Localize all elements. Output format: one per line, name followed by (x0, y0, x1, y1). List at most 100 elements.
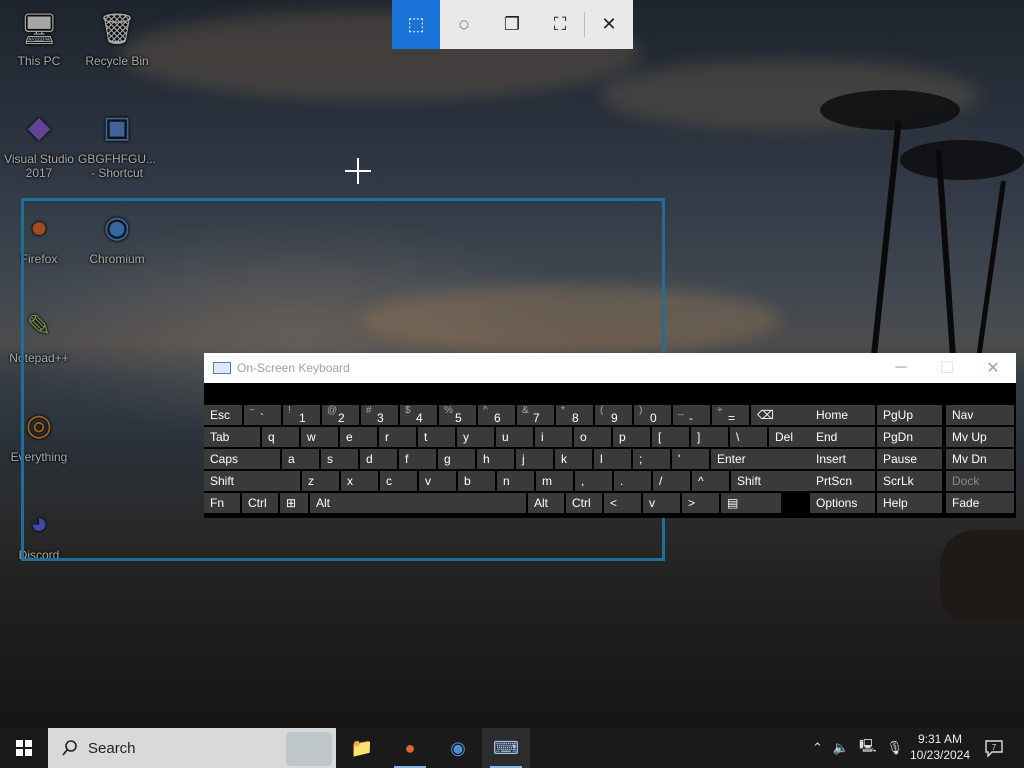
key-row2-7[interactable]: u (496, 427, 533, 447)
key-row3-3[interactable]: d (360, 449, 397, 469)
key-row3-10[interactable]: ; (633, 449, 670, 469)
key-nav-pause[interactable]: Pause (877, 449, 942, 469)
key-nav-pgup[interactable]: PgUp (877, 405, 942, 425)
key-row2-5[interactable]: t (418, 427, 455, 447)
key-row2-8[interactable]: i (535, 427, 572, 447)
key-row3-6[interactable]: h (477, 449, 514, 469)
key-nav-nav[interactable]: Nav (946, 405, 1014, 425)
key-13[interactable]: + = (712, 405, 749, 425)
key-row2-3[interactable]: e (340, 427, 377, 447)
key-row3-8[interactable]: k (555, 449, 592, 469)
key-7[interactable]: ^ 6 (478, 405, 515, 425)
taskbar-file-explorer[interactable]: 📁 (338, 728, 386, 768)
key-row2-2[interactable]: w (301, 427, 338, 447)
key-11[interactable]: ) 0 (634, 405, 671, 425)
key-row2-6[interactable]: y (457, 427, 494, 447)
key-row5-3[interactable]: Alt (310, 493, 526, 513)
key-row3-7[interactable]: j (516, 449, 553, 469)
key-row3-0[interactable]: Caps (204, 449, 280, 469)
network-icon[interactable]: 🖳 (859, 737, 876, 759)
key-row4-7[interactable]: m (536, 471, 573, 491)
taskbar-on-screen-keyboard[interactable]: ⌨ (482, 728, 530, 768)
key-nav-fade[interactable]: Fade (946, 493, 1014, 513)
key-nav-end[interactable]: End (810, 427, 875, 447)
close-snip-button[interactable]: ✕ (585, 0, 633, 49)
key-12[interactable]: _ - (673, 405, 710, 425)
minimize-button[interactable]: ─ (878, 359, 924, 377)
key-row5-5[interactable]: Ctrl (566, 493, 602, 513)
key-row2-0[interactable]: Tab (204, 427, 260, 447)
key-row2-11[interactable]: [ (652, 427, 689, 447)
key-row3-1[interactable]: a (282, 449, 319, 469)
key-nav-scrlk[interactable]: ScrLk (877, 471, 942, 491)
key-9[interactable]: * 8 (556, 405, 593, 425)
freeform-snip-button[interactable]: ◌ (440, 0, 488, 49)
key-nav-options[interactable]: Options (810, 493, 875, 513)
key-row2-10[interactable]: p (613, 427, 650, 447)
key-row4-4[interactable]: v (419, 471, 456, 491)
close-button[interactable]: ✕ (970, 358, 1016, 378)
key-row4-0[interactable]: Shift (204, 471, 300, 491)
taskbar-firefox[interactable]: ● (386, 728, 434, 768)
key-row4-11[interactable]: ^ (692, 471, 729, 491)
key-row4-2[interactable]: x (341, 471, 378, 491)
key-nav-pgdn[interactable]: PgDn (877, 427, 942, 447)
key-row4-1[interactable]: z (302, 471, 339, 491)
key-row5-2[interactable]: ⊞ (280, 493, 308, 513)
key-row5-0[interactable]: Fn (204, 493, 240, 513)
maximize-button[interactable]: ☐ (924, 358, 970, 378)
window-snip-button[interactable]: ❐ (488, 0, 536, 49)
start-button[interactable] (0, 728, 48, 768)
key-row3-9[interactable]: l (594, 449, 631, 469)
key-row4-12[interactable]: Shift (731, 471, 815, 491)
key-nav-mv-dn[interactable]: Mv Dn (946, 449, 1014, 469)
key-row5-9[interactable]: ▤ (721, 493, 781, 513)
key-row4-5[interactable]: b (458, 471, 495, 491)
key-5[interactable]: $4 (400, 405, 437, 425)
key-row4-8[interactable]: , (575, 471, 612, 491)
key-row4-9[interactable]: . (614, 471, 651, 491)
key-row5-7[interactable]: v (643, 493, 680, 513)
key-nav-home[interactable]: Home (810, 405, 875, 425)
key-2[interactable]: ! 1 (283, 405, 320, 425)
key-row5-8[interactable]: > (682, 493, 719, 513)
key-row3-5[interactable]: g (438, 449, 475, 469)
key-4[interactable]: #3 (361, 405, 398, 425)
key-row3-2[interactable]: s (321, 449, 358, 469)
taskbar-clock[interactable]: 9:31 AM 10/23/2024 (900, 731, 980, 763)
key-row2-13[interactable]: \ (730, 427, 767, 447)
key-nav-help[interactable]: Help (877, 493, 942, 513)
taskbar-search-box[interactable]: Search (48, 728, 336, 768)
notification-center-icon[interactable]: 7 (984, 738, 1004, 758)
key-nav-prtscn[interactable]: PrtScn (810, 471, 875, 491)
key-row2-12[interactable]: ] (691, 427, 728, 447)
key-row4-6[interactable]: n (497, 471, 534, 491)
key-row4-3[interactable]: c (380, 471, 417, 491)
rectangular-snip-button[interactable]: ⬚ (392, 0, 440, 49)
key-row3-11[interactable]: ' (672, 449, 709, 469)
key-row5-4[interactable]: Alt (528, 493, 564, 513)
volume-icon[interactable]: 🔈 (833, 740, 849, 756)
key-8[interactable]: & 7 (517, 405, 554, 425)
key-backspace[interactable]: ⌫ (751, 405, 813, 425)
key-row3-4[interactable]: f (399, 449, 436, 469)
key-nav-mv-up[interactable]: Mv Up (946, 427, 1014, 447)
key-esc[interactable]: Esc (204, 405, 242, 425)
fullscreen-snip-button[interactable]: ⛶ (536, 0, 584, 49)
key-row4-10[interactable]: / (653, 471, 690, 491)
key-row5-1[interactable]: Ctrl (242, 493, 278, 513)
chevron-up-icon[interactable]: ⌃ (812, 740, 823, 756)
key-row2-9[interactable]: o (574, 427, 611, 447)
key-row5-6[interactable]: < (604, 493, 641, 513)
key-row2-1[interactable]: q (262, 427, 299, 447)
key-row2-14[interactable]: Del (769, 427, 815, 447)
key-row2-4[interactable]: r (379, 427, 416, 447)
key-row3-12[interactable]: Enter (711, 449, 815, 469)
key-nav-dock[interactable]: Dock (946, 471, 1014, 491)
key-nav-insert[interactable]: Insert (810, 449, 875, 469)
osk-title-bar[interactable]: On-Screen Keyboard ─ ☐ ✕ (204, 353, 1016, 383)
key-3[interactable]: @2 (322, 405, 359, 425)
taskbar-chromium[interactable]: ◉ (434, 728, 482, 768)
key-1[interactable]: ~ ` (244, 405, 281, 425)
key-6[interactable]: % 5 (439, 405, 476, 425)
